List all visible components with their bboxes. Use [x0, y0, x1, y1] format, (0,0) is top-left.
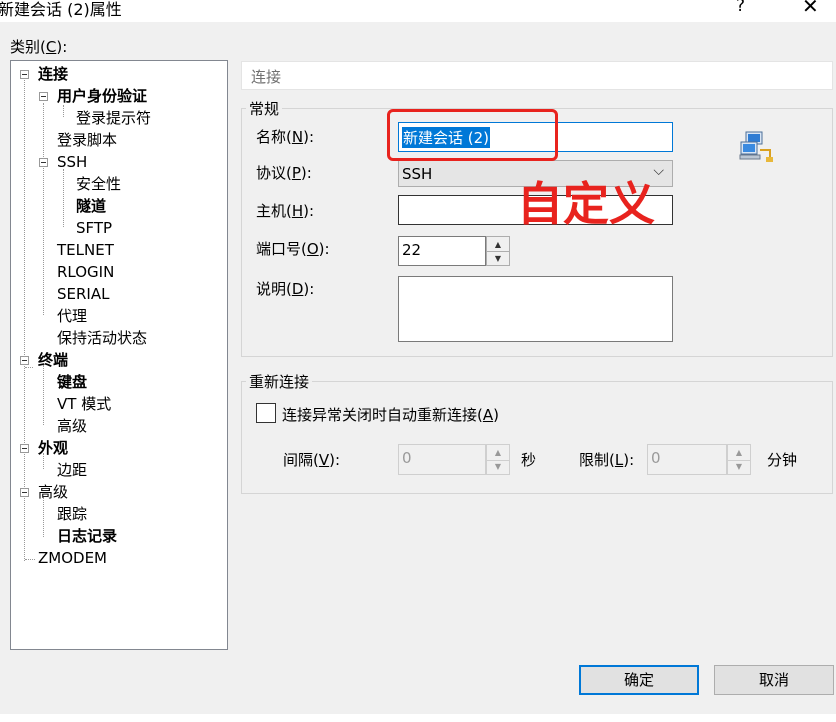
tree-item-logging[interactable]: 日志记录	[57, 526, 117, 546]
spin-up-icon[interactable]: ▲	[487, 237, 509, 252]
tree-item-terminal[interactable]: 终端	[38, 350, 68, 370]
limit-unit: 分钟	[767, 451, 798, 469]
tree-item-security[interactable]: 安全性	[76, 174, 121, 194]
interval-input[interactable]: 0	[398, 444, 486, 475]
port-input[interactable]: 22	[398, 236, 486, 266]
description-textarea[interactable]	[398, 276, 673, 342]
port-spinner[interactable]: ▲ ▼	[486, 236, 510, 266]
tree-item-keepalive[interactable]: 保持活动状态	[57, 328, 147, 348]
limit-input[interactable]: 0	[647, 444, 727, 475]
tree-item-tunnel[interactable]: 隧道	[76, 196, 106, 216]
limit-label: 限制(L):	[579, 451, 635, 469]
collapse-toggle-icon[interactable]	[39, 158, 48, 167]
tree-item-login-script[interactable]: 登录脚本	[57, 130, 117, 150]
window-title: 新建会话 (2)属性	[0, 0, 122, 19]
tree-item-zmodem[interactable]: ZMODEM	[38, 548, 107, 568]
collapse-toggle-icon[interactable]	[20, 356, 29, 365]
spin-up-icon[interactable]: ▲	[728, 445, 750, 461]
tree-item-login-prompt[interactable]: 登录提示符	[76, 108, 151, 128]
close-button[interactable]: ✕	[802, 0, 819, 18]
port-input-value: 22	[402, 241, 422, 259]
tree-item-trace[interactable]: 跟踪	[57, 504, 87, 524]
collapse-toggle-icon[interactable]	[39, 92, 48, 101]
spin-down-icon[interactable]: ▼	[487, 251, 509, 265]
protocol-label: 协议(P):	[256, 164, 312, 182]
tree-item-telnet[interactable]: TELNET	[57, 240, 114, 260]
spin-up-icon[interactable]: ▲	[487, 445, 509, 461]
tree-item-user-auth[interactable]: 用户身份验证	[57, 86, 147, 106]
cancel-button[interactable]: 取消	[714, 665, 834, 695]
host-label: 主机(H):	[256, 202, 315, 220]
annotation-highlight-box	[387, 109, 558, 161]
auto-reconnect-label[interactable]: 连接异常关闭时自动重新连接(A)	[282, 404, 499, 425]
reconnect-group-title: 重新连接	[246, 371, 313, 392]
collapse-toggle-icon[interactable]	[20, 70, 29, 79]
tree-item-rlogin[interactable]: RLOGIN	[57, 262, 114, 282]
tree-item-terminal-advanced[interactable]: 高级	[57, 416, 87, 436]
tree-item-appearance[interactable]: 外观	[38, 438, 68, 458]
title-bar: 新建会话 (2)属性 ? ✕	[0, 0, 836, 22]
auto-reconnect-checkbox[interactable]	[256, 403, 276, 423]
interval-unit: 秒	[521, 451, 537, 469]
interval-label: 间隔(V):	[283, 451, 341, 469]
limit-value: 0	[651, 449, 661, 467]
description-label: 说明(D):	[256, 280, 315, 298]
tree-item-keyboard[interactable]: 键盘	[57, 372, 87, 392]
section-header-title: 连接	[251, 68, 282, 86]
annotation-text: 自定义	[517, 177, 655, 231]
section-header: 连接	[241, 61, 833, 90]
reconnect-group	[241, 381, 833, 494]
interval-spinner[interactable]: ▲ ▼	[486, 444, 510, 475]
tree-item-margins[interactable]: 边距	[57, 460, 87, 480]
spin-down-icon[interactable]: ▼	[728, 460, 750, 475]
computer-network-icon	[738, 130, 774, 164]
tree-item-ssh[interactable]: SSH	[57, 152, 87, 172]
general-group-title: 常规	[246, 98, 283, 119]
collapse-toggle-icon[interactable]	[20, 444, 29, 453]
category-label: 类别(C):	[10, 38, 68, 56]
name-label: 名称(N):	[256, 128, 314, 146]
tree-item-serial[interactable]: SERIAL	[57, 284, 109, 304]
interval-value: 0	[402, 449, 412, 467]
tree-item-proxy[interactable]: 代理	[57, 306, 87, 326]
limit-spinner[interactable]: ▲ ▼	[727, 444, 751, 475]
tree-item-connection[interactable]: 连接	[38, 64, 68, 84]
port-label: 端口号(O):	[256, 240, 330, 258]
protocol-select-value: SSH	[402, 165, 433, 183]
tree-item-advanced[interactable]: 高级	[38, 482, 68, 502]
tree-item-vt-mode[interactable]: VT 模式	[57, 394, 111, 414]
ok-button[interactable]: 确定	[579, 665, 699, 695]
collapse-toggle-icon[interactable]	[20, 488, 29, 497]
category-tree[interactable]: 连接 用户身份验证 登录提示符 登录脚本 SSH 安全性 隧道 SFTP TEL…	[10, 60, 228, 650]
help-button[interactable]: ?	[736, 0, 745, 16]
tree-item-sftp[interactable]: SFTP	[76, 218, 112, 238]
spin-down-icon[interactable]: ▼	[487, 460, 509, 475]
